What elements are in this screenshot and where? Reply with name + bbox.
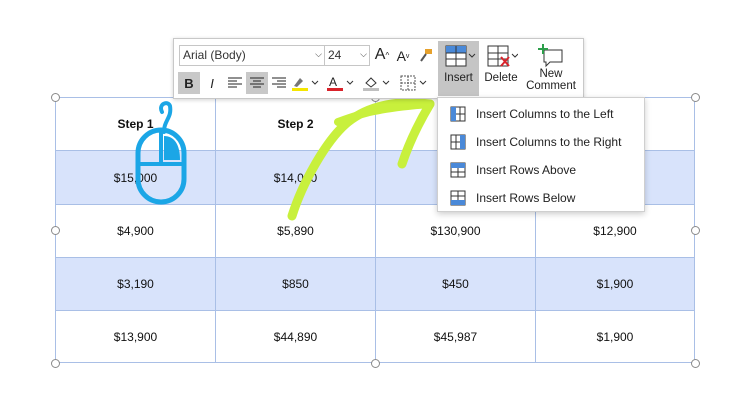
menu-item-insert-rows-above[interactable]: Insert Rows Above [438, 156, 644, 184]
table-cell[interactable]: $13,900 [56, 311, 215, 362]
insert-columns-left-icon [450, 106, 466, 122]
format-painter-icon[interactable] [415, 44, 437, 66]
resize-handle-top-right[interactable] [691, 93, 700, 102]
menu-item-insert-columns-right[interactable]: Insert Columns to the Right [438, 128, 644, 156]
new-comment-button[interactable]: New Comment [526, 41, 576, 96]
insert-rows-below-icon [450, 190, 466, 206]
table-cell[interactable]: $44,890 [216, 311, 375, 362]
align-center-icon[interactable] [246, 72, 268, 94]
grow-font-icon[interactable]: A ^ [371, 44, 393, 66]
align-right-icon[interactable] [268, 72, 290, 94]
shrink-font-icon[interactable]: Av [392, 45, 414, 67]
font-color-icon[interactable]: A [325, 72, 355, 94]
new-comment-icon [538, 44, 563, 68]
menu-item-insert-columns-left[interactable]: Insert Columns to the Left [438, 100, 644, 128]
font-name-select[interactable]: Arial (Body) ⌵ [179, 45, 325, 66]
table-cell[interactable]: $45,987 [376, 311, 535, 362]
italic-button[interactable]: I [201, 72, 223, 94]
insert-button[interactable]: Insert [438, 41, 479, 96]
svg-text:A: A [329, 75, 337, 89]
delete-label: Delete [484, 72, 518, 84]
mouse-right-click-icon [135, 101, 187, 205]
resize-handle-right[interactable] [691, 226, 700, 235]
resize-handle-bottom-left[interactable] [51, 359, 60, 368]
font-size-value: 24 [328, 48, 342, 62]
mini-toolbar: Arial (Body) ⌵ 24 ⌵ A ^ Av B I A Insert … [173, 38, 584, 99]
chevron-down-icon: ⌵ [315, 49, 322, 59]
highlight-color-icon[interactable] [290, 72, 320, 94]
insert-menu: Insert Columns to the Left Insert Column… [437, 97, 645, 212]
table-cell[interactable]: $450 [376, 258, 535, 310]
resize-handle-left[interactable] [51, 226, 60, 235]
table-cell[interactable]: $12,900 [536, 205, 694, 257]
resize-handle-bottom[interactable] [371, 359, 380, 368]
align-left-icon[interactable] [224, 72, 246, 94]
table-cell[interactable]: $3,190 [56, 258, 215, 310]
font-name-value: Arial (Body) [183, 48, 246, 62]
resize-handle-bottom-right[interactable] [691, 359, 700, 368]
resize-handle-top-left[interactable] [51, 93, 60, 102]
chevron-down-icon: ⌵ [360, 49, 367, 59]
arrow-pointer-icon [287, 98, 435, 221]
shading-icon[interactable] [361, 72, 391, 94]
borders-icon[interactable] [398, 72, 428, 94]
font-size-select[interactable]: 24 ⌵ [324, 45, 370, 66]
menu-item-label: Insert Rows Above [476, 163, 577, 177]
insert-label: Insert [444, 72, 473, 84]
menu-item-insert-rows-below[interactable]: Insert Rows Below [438, 184, 644, 212]
menu-item-label: Insert Columns to the Left [476, 107, 614, 121]
menu-item-label: Insert Columns to the Right [476, 135, 622, 149]
delete-button[interactable]: Delete [480, 41, 522, 96]
insert-rows-above-icon [450, 162, 466, 178]
menu-item-label: Insert Rows Below [476, 191, 576, 205]
new-comment-label-line2: Comment [526, 80, 576, 92]
table-cell[interactable]: $4,900 [56, 205, 215, 257]
insert-columns-right-icon [450, 134, 466, 150]
new-comment-label-line1: New [539, 68, 563, 80]
table-cell[interactable]: $1,900 [536, 311, 694, 362]
insert-table-icon [445, 45, 475, 67]
table-cell[interactable]: $1,900 [536, 258, 694, 310]
delete-table-icon [487, 45, 518, 67]
table-cell[interactable]: $850 [216, 258, 375, 310]
bold-button[interactable]: B [178, 72, 200, 94]
